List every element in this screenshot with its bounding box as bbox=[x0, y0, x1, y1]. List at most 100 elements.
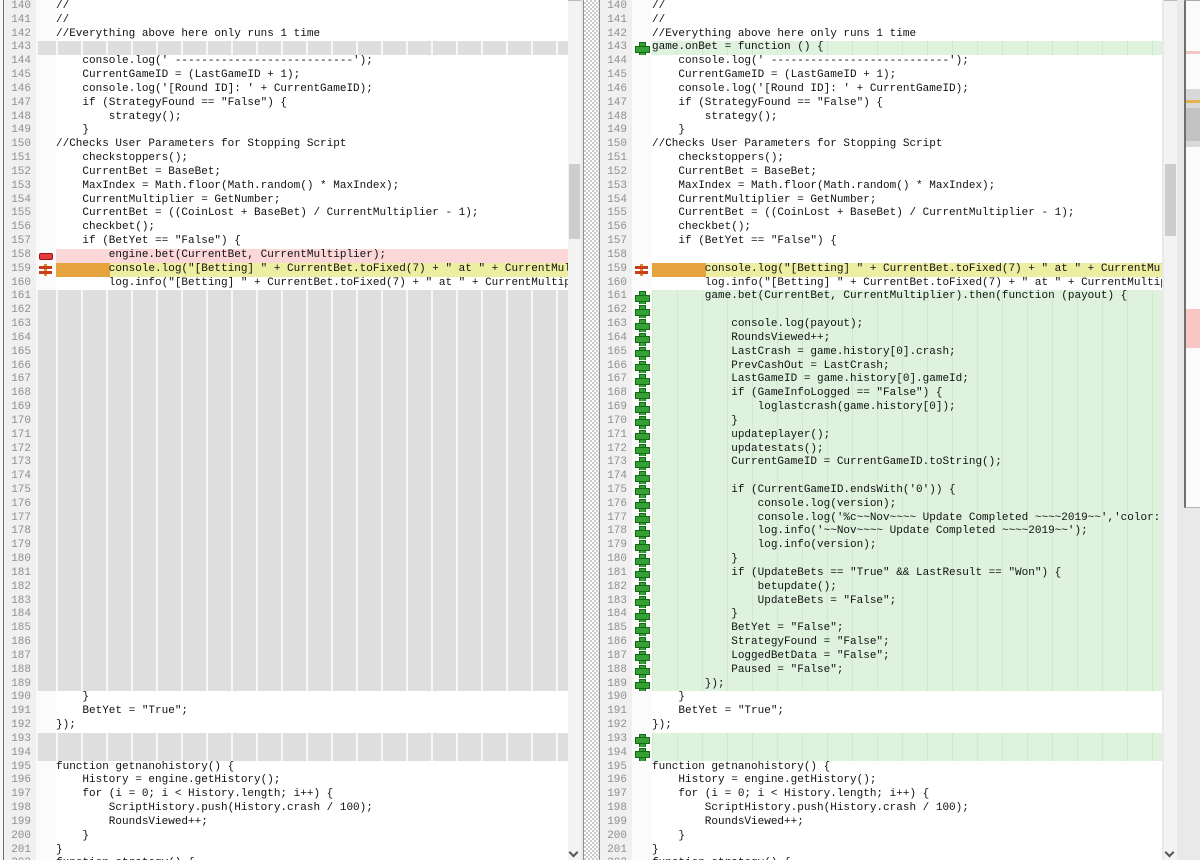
code-text[interactable]: if (StrategyFound == "False") { bbox=[56, 97, 568, 111]
right-line-number[interactable]: 174 bbox=[600, 470, 632, 484]
left-line-number[interactable]: 169 bbox=[4, 401, 36, 415]
code-text[interactable]: game.bet(CurrentBet, CurrentMultiplier).… bbox=[652, 290, 1162, 304]
right-line-number[interactable]: 162 bbox=[600, 304, 632, 318]
code-text[interactable] bbox=[56, 512, 568, 526]
code-text[interactable]: //Everything above here only runs 1 time bbox=[652, 28, 1162, 42]
right-line-number[interactable]: 151 bbox=[600, 152, 632, 166]
code-text[interactable]: }); bbox=[652, 719, 1162, 733]
code-text[interactable] bbox=[652, 470, 1162, 484]
left-line-number[interactable]: 142 bbox=[4, 28, 36, 42]
right-line-number[interactable]: 143 bbox=[600, 41, 632, 55]
left-line-number[interactable]: 197 bbox=[4, 788, 36, 802]
right-line-number[interactable]: 197 bbox=[600, 788, 632, 802]
code-text[interactable] bbox=[56, 401, 568, 415]
chevron-down-icon[interactable] bbox=[1165, 848, 1175, 858]
left-line-number[interactable]: 190 bbox=[4, 691, 36, 705]
right-line-number[interactable]: 165 bbox=[600, 346, 632, 360]
left-line-number[interactable]: 182 bbox=[4, 581, 36, 595]
code-text[interactable]: console.log('[Round ID]: ' + CurrentGame… bbox=[652, 83, 1162, 97]
left-line-number[interactable]: 162 bbox=[4, 304, 36, 318]
right-file-pane[interactable]: 140//141//142//Everything above here onl… bbox=[600, 0, 1162, 860]
code-text[interactable] bbox=[56, 553, 568, 567]
left-line-number[interactable]: 188 bbox=[4, 664, 36, 678]
right-line-number[interactable]: 192 bbox=[600, 719, 632, 733]
right-line-number[interactable]: 175 bbox=[600, 484, 632, 498]
code-text[interactable]: } bbox=[652, 553, 1162, 567]
left-line-number[interactable]: 181 bbox=[4, 567, 36, 581]
code-text[interactable] bbox=[56, 636, 568, 650]
code-text[interactable]: } bbox=[652, 691, 1162, 705]
right-line-number[interactable]: 160 bbox=[600, 277, 632, 291]
code-text[interactable] bbox=[56, 608, 568, 622]
left-vertical-scrollbar[interactable] bbox=[568, 0, 581, 860]
code-text[interactable]: CurrentGameID = (LastGameID + 1); bbox=[56, 69, 568, 83]
right-line-number[interactable]: 147 bbox=[600, 97, 632, 111]
code-text[interactable]: RoundsViewed++; bbox=[652, 332, 1162, 346]
right-line-number[interactable]: 190 bbox=[600, 691, 632, 705]
code-text[interactable] bbox=[56, 387, 568, 401]
code-text[interactable] bbox=[56, 332, 568, 346]
left-line-number[interactable]: 152 bbox=[4, 166, 36, 180]
code-text[interactable]: PrevCashOut = LastCrash; bbox=[652, 360, 1162, 374]
left-line-number[interactable]: 155 bbox=[4, 207, 36, 221]
code-text[interactable]: }); bbox=[56, 719, 568, 733]
code-text[interactable] bbox=[56, 581, 568, 595]
left-line-number[interactable]: 164 bbox=[4, 332, 36, 346]
left-line-number[interactable]: 192 bbox=[4, 719, 36, 733]
right-line-number[interactable]: 144 bbox=[600, 55, 632, 69]
right-line-number[interactable]: 201 bbox=[600, 844, 632, 858]
code-text[interactable]: } bbox=[652, 124, 1162, 138]
right-line-number[interactable]: 188 bbox=[600, 664, 632, 678]
left-line-number[interactable]: 172 bbox=[4, 443, 36, 457]
code-text[interactable] bbox=[56, 443, 568, 457]
code-text[interactable]: LastCrash = game.history[0].crash; bbox=[652, 346, 1162, 360]
code-text[interactable]: console.log('[Round ID]: ' + CurrentGame… bbox=[56, 83, 568, 97]
right-line-number[interactable]: 154 bbox=[600, 194, 632, 208]
code-text[interactable] bbox=[56, 678, 568, 692]
code-text[interactable] bbox=[652, 733, 1162, 747]
left-line-number[interactable]: 195 bbox=[4, 761, 36, 775]
code-text[interactable] bbox=[56, 747, 568, 761]
code-text[interactable]: if (CurrentGameID.endsWith('0')) { bbox=[652, 484, 1162, 498]
code-text[interactable] bbox=[652, 304, 1162, 318]
code-text[interactable] bbox=[56, 456, 568, 470]
right-line-number[interactable]: 169 bbox=[600, 401, 632, 415]
left-line-number[interactable]: 189 bbox=[4, 678, 36, 692]
code-text[interactable]: History = engine.getHistory(); bbox=[56, 774, 568, 788]
left-line-number[interactable]: 143 bbox=[4, 41, 36, 55]
code-text[interactable]: CurrentBet = ((CoinLost + BaseBet) / Cur… bbox=[652, 207, 1162, 221]
code-text[interactable]: log.info(version); bbox=[652, 539, 1162, 553]
right-line-number[interactable]: 148 bbox=[600, 111, 632, 125]
code-text[interactable]: console.log(' --------------------------… bbox=[652, 55, 1162, 69]
right-line-number[interactable]: 145 bbox=[600, 69, 632, 83]
code-text[interactable]: log.info('~~Nov~~~~ Update Completed ~~~… bbox=[652, 525, 1162, 539]
code-text[interactable]: CurrentMultiplier = GetNumber; bbox=[56, 194, 568, 208]
code-text[interactable]: //Checks User Parameters for Stopping Sc… bbox=[56, 138, 568, 152]
code-text[interactable]: // bbox=[652, 0, 1162, 14]
code-text[interactable]: ScriptHistory.push(History.crash / 100); bbox=[56, 802, 568, 816]
left-line-number[interactable]: 198 bbox=[4, 802, 36, 816]
code-text[interactable]: log.info("[Betting] " + CurrentBet.toFix… bbox=[652, 277, 1162, 291]
code-text[interactable]: StrategyFound = "False"; bbox=[652, 636, 1162, 650]
code-text[interactable]: } bbox=[56, 830, 568, 844]
right-line-number[interactable]: 196 bbox=[600, 774, 632, 788]
left-line-number[interactable]: 145 bbox=[4, 69, 36, 83]
left-line-number[interactable]: 174 bbox=[4, 470, 36, 484]
code-text[interactable]: } bbox=[652, 844, 1162, 858]
code-text[interactable]: BetYet = "False"; bbox=[652, 622, 1162, 636]
left-line-number[interactable]: 170 bbox=[4, 415, 36, 429]
code-text[interactable] bbox=[56, 373, 568, 387]
code-text[interactable] bbox=[56, 567, 568, 581]
right-scrollbar-thumb[interactable] bbox=[1165, 164, 1176, 236]
right-line-number[interactable]: 198 bbox=[600, 802, 632, 816]
left-line-number[interactable]: 159 bbox=[4, 263, 36, 277]
code-text[interactable]: // bbox=[56, 14, 568, 28]
left-line-number[interactable]: 171 bbox=[4, 429, 36, 443]
left-line-number[interactable]: 184 bbox=[4, 608, 36, 622]
code-text[interactable] bbox=[652, 747, 1162, 761]
left-line-number[interactable]: 156 bbox=[4, 221, 36, 235]
right-line-number[interactable]: 141 bbox=[600, 14, 632, 28]
code-text[interactable]: game.onBet = function () { bbox=[652, 41, 1162, 55]
right-line-number[interactable]: 199 bbox=[600, 816, 632, 830]
code-text[interactable]: betupdate(); bbox=[652, 581, 1162, 595]
